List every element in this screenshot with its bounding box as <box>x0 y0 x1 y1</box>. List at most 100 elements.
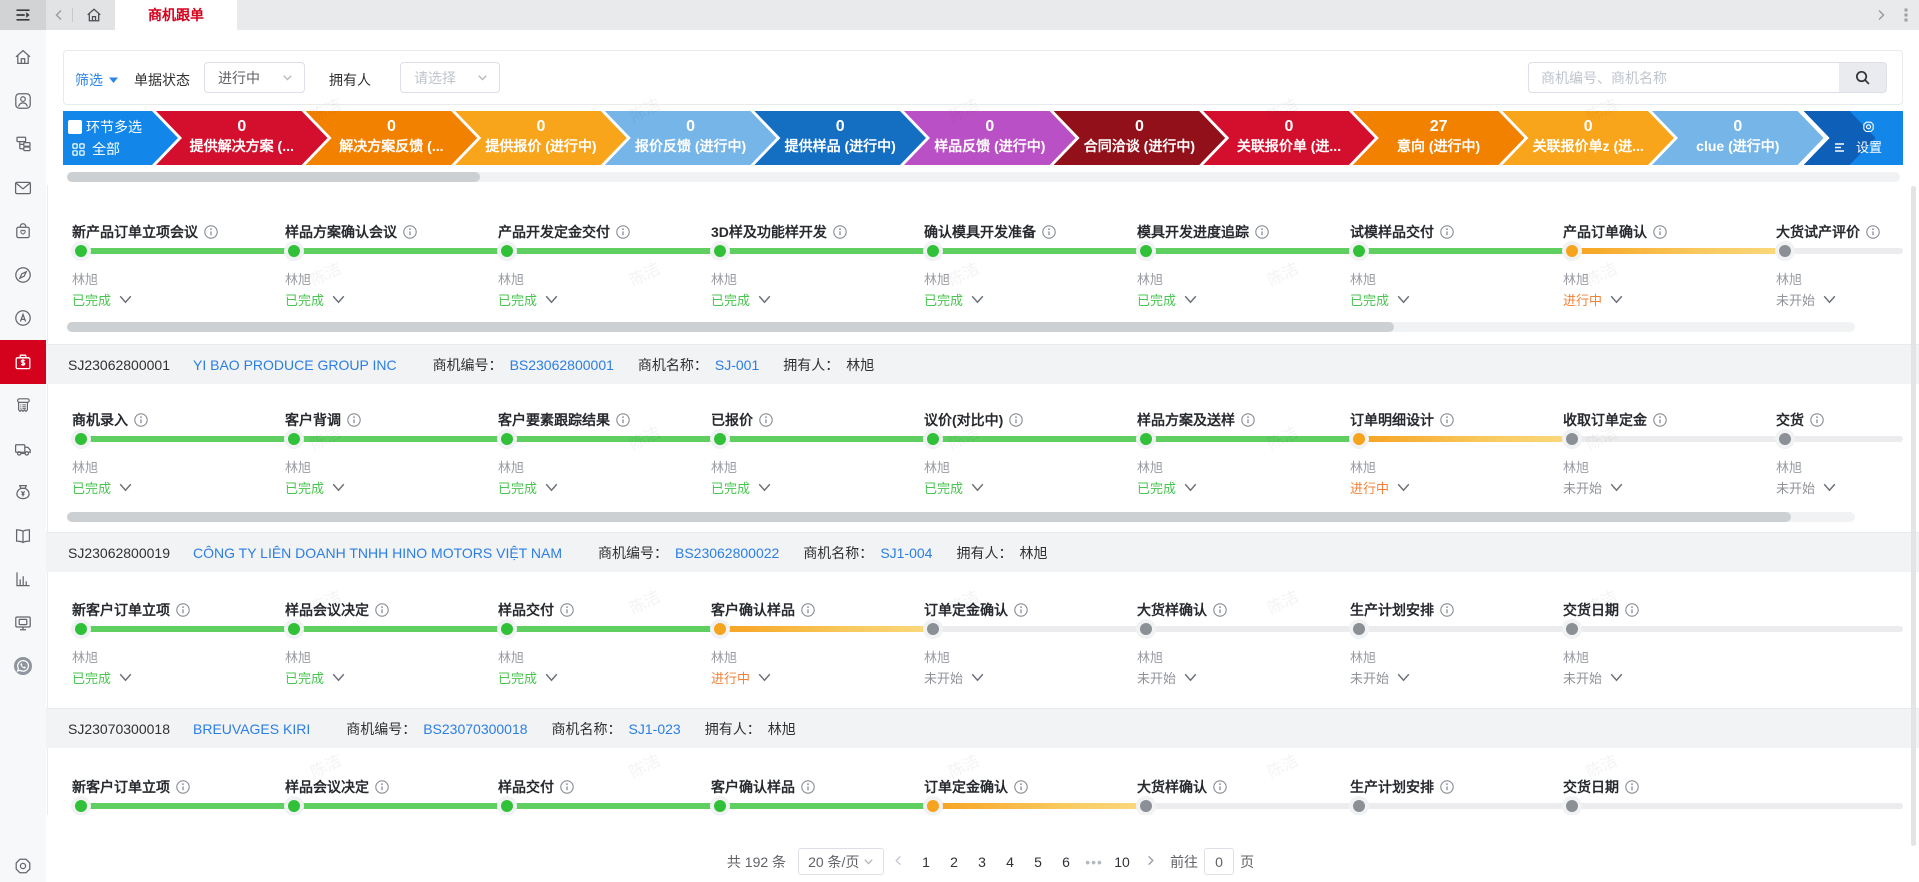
scrollbar-thumb[interactable] <box>67 322 1394 332</box>
info-icon[interactable] <box>1440 603 1454 617</box>
info-icon[interactable] <box>1213 780 1227 794</box>
info-icon[interactable] <box>801 603 815 617</box>
stage-status-select[interactable]: 已完成 <box>1350 290 1410 309</box>
sidebar-item-settings[interactable] <box>0 847 46 882</box>
info-icon[interactable] <box>1042 225 1056 239</box>
stage-status-select[interactable]: 已完成 <box>711 478 771 497</box>
stage-status-select[interactable]: 已完成 <box>1137 478 1197 497</box>
sidebar-item-org-chart[interactable] <box>0 122 46 166</box>
opportunity-name-link[interactable]: SJ1-004 <box>880 545 932 561</box>
pagination-page-1[interactable]: 1 <box>912 854 940 870</box>
sidebar-item-whatsapp[interactable] <box>0 644 46 688</box>
pipeline-stage-2[interactable]: 0解决方案反馈 (... <box>306 111 478 165</box>
stage-multi-checkbox[interactable] <box>68 120 82 134</box>
scrollbar-thumb[interactable] <box>67 172 480 182</box>
pagination-ellipsis[interactable]: ••• <box>1080 854 1108 870</box>
info-icon[interactable] <box>1241 413 1255 427</box>
info-icon[interactable] <box>1653 413 1667 427</box>
stage-status-select[interactable]: 已完成 <box>285 668 345 687</box>
info-icon[interactable] <box>616 225 630 239</box>
page-size-select[interactable]: 20 条/页 <box>798 848 884 875</box>
info-icon[interactable] <box>1625 780 1639 794</box>
stage-status-select[interactable]: 已完成 <box>72 478 132 497</box>
owner-select[interactable]: 请选择 <box>400 62 500 93</box>
sidebar-item-mail[interactable] <box>0 166 46 210</box>
stage-status-select[interactable]: 已完成 <box>498 478 558 497</box>
sidebar-item-compass[interactable] <box>0 253 46 297</box>
info-icon[interactable] <box>347 413 361 427</box>
pipeline-stage-8[interactable]: 0关联报价单 (进... <box>1203 111 1375 165</box>
pagination-page-5[interactable]: 5 <box>1024 854 1052 870</box>
info-icon[interactable] <box>1255 225 1269 239</box>
sidebar-item-briefcase-dollar[interactable] <box>0 340 46 384</box>
info-icon[interactable] <box>403 225 417 239</box>
pipeline-stage-all[interactable]: 环节多选全部 <box>63 111 178 165</box>
sidebar-item-home[interactable] <box>0 35 46 79</box>
sidebar-item-a-circle[interactable] <box>0 296 46 340</box>
info-icon[interactable] <box>1866 225 1880 239</box>
scrollbar-thumb[interactable] <box>67 512 1791 522</box>
tab-forward-button[interactable] <box>1873 7 1889 23</box>
stage-status-select[interactable]: 进行中 <box>1563 290 1623 309</box>
info-icon[interactable] <box>1625 603 1639 617</box>
pipeline-stage-3[interactable]: 0提供报价 (进行中) <box>455 111 627 165</box>
opportunity-name-link[interactable]: SJ1-023 <box>629 721 681 737</box>
pipeline-stage-6[interactable]: 0样品反馈 (进行中) <box>904 111 1076 165</box>
stage-status-select[interactable]: 未开始 <box>924 668 984 687</box>
search-input[interactable] <box>1528 62 1839 93</box>
stage-status-select[interactable]: 未开始 <box>1350 668 1410 687</box>
stage-status-select[interactable]: 未开始 <box>1137 668 1197 687</box>
pipeline-stage-9[interactable]: 27意向 (进行中) <box>1353 111 1525 165</box>
pipeline-scrollbar[interactable] <box>67 172 1900 182</box>
info-icon[interactable] <box>1440 225 1454 239</box>
pipeline-stage-1[interactable]: 0提供解决方案 (... <box>156 111 328 165</box>
info-icon[interactable] <box>1213 603 1227 617</box>
pagination-page-6[interactable]: 6 <box>1052 854 1080 870</box>
opportunity-company-link[interactable]: YI BAO PRODUCE GROUP INC <box>193 357 397 373</box>
info-icon[interactable] <box>204 225 218 239</box>
info-icon[interactable] <box>1014 603 1028 617</box>
filter-toggle[interactable]: 筛选 <box>75 70 119 90</box>
stage-status-select[interactable]: 已完成 <box>285 478 345 497</box>
sidebar-item-truck[interactable] <box>0 427 46 471</box>
pipeline-stage-5[interactable]: 0提供样品 (进行中) <box>754 111 926 165</box>
sidebar-item-user[interactable] <box>0 79 46 123</box>
tab-business-follow[interactable]: 商机跟单 <box>115 0 237 30</box>
collapse-menu-button[interactable] <box>0 0 46 30</box>
pagination-goto-input[interactable] <box>1204 848 1234 875</box>
pipeline-settings-button[interactable]: 设置 <box>1824 111 1903 165</box>
stage-status-select[interactable]: 已完成 <box>498 668 558 687</box>
info-icon[interactable] <box>1014 780 1028 794</box>
stage-status-select[interactable]: 已完成 <box>498 290 558 309</box>
pagination-page-4[interactable]: 4 <box>996 854 1024 870</box>
stage-status-select[interactable]: 已完成 <box>72 668 132 687</box>
info-icon[interactable] <box>176 780 190 794</box>
stage-status-select[interactable]: 未开始 <box>1563 478 1623 497</box>
info-icon[interactable] <box>1009 413 1023 427</box>
opportunity-no-link[interactable]: BS23070300018 <box>423 721 527 737</box>
tab-home-button[interactable] <box>73 6 115 24</box>
tab-more-button[interactable] <box>1899 7 1913 23</box>
stage-status-select[interactable]: 已完成 <box>924 290 984 309</box>
sidebar-item-bar-chart[interactable] <box>0 557 46 601</box>
sidebar-item-monitor[interactable] <box>0 601 46 645</box>
stage-status-select[interactable]: 已完成 <box>72 290 132 309</box>
info-icon[interactable] <box>801 780 815 794</box>
info-icon[interactable] <box>375 780 389 794</box>
stage-status-select[interactable]: 已完成 <box>924 478 984 497</box>
info-icon[interactable] <box>833 225 847 239</box>
opportunity-company-link[interactable]: BREUVAGES KIRI <box>193 721 310 737</box>
opportunity-no-link[interactable]: BS23062800022 <box>675 545 779 561</box>
pipeline-stage-10[interactable]: 0关联报价单z (进... <box>1502 111 1674 165</box>
info-icon[interactable] <box>176 603 190 617</box>
info-icon[interactable] <box>1440 780 1454 794</box>
info-icon[interactable] <box>759 413 773 427</box>
opportunity-company-link[interactable]: CÔNG TY LIÊN DOANH TNHH HINO MOTORS VIỆT… <box>193 545 562 561</box>
pipeline-stage-11[interactable]: 0clue (进行中) <box>1652 111 1824 165</box>
info-icon[interactable] <box>560 603 574 617</box>
tab-back-button[interactable] <box>46 7 72 23</box>
pagination-page-2[interactable]: 2 <box>940 854 968 870</box>
stage-status-select[interactable]: 进行中 <box>1350 478 1410 497</box>
info-icon[interactable] <box>134 413 148 427</box>
info-icon[interactable] <box>1810 413 1824 427</box>
